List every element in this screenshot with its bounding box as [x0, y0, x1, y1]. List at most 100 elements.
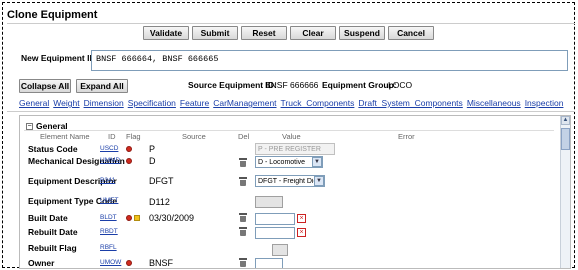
page-title: Clone Equipment: [7, 9, 98, 21]
equipment-descriptor-value: DFGT - Freight Diesel: [258, 177, 314, 185]
col-header-error: Error: [398, 132, 415, 141]
submit-button[interactable]: Submit: [192, 26, 238, 40]
tab-general[interactable]: General: [19, 98, 49, 108]
red-flag-icon: [126, 146, 132, 152]
rebuilt-flag-input[interactable]: [272, 244, 288, 256]
tab-weight[interactable]: Weight: [53, 98, 79, 108]
calendar-icon[interactable]: ×: [297, 214, 306, 223]
rebuilt-date-input[interactable]: [255, 227, 295, 239]
col-header-flag: Flag: [126, 132, 141, 141]
flag-cell: [126, 158, 132, 164]
flag-cell: [126, 146, 132, 152]
section-divider: [24, 130, 554, 131]
clone-equipment-window: Clone Equipment Validate Submit Reset Cl…: [2, 2, 575, 269]
red-flag-icon: [126, 215, 132, 221]
col-header-del: Del: [238, 132, 250, 141]
red-flag-icon: [126, 158, 132, 164]
element-name: Rebuilt Date: [28, 227, 78, 237]
element-id-link[interactable]: USCD: [100, 145, 118, 152]
table-row: Built Date BLDT 03/30/2009 ×: [20, 213, 560, 227]
table-row: Mechanical Designation UMMD D D - Locomo…: [20, 156, 560, 176]
chevron-down-icon: ▼: [314, 176, 324, 186]
expand-all-button[interactable]: Expand All: [76, 79, 128, 93]
element-id-link[interactable]: UMET: [100, 197, 118, 204]
general-panel: ▲ − General Element Name ID Flag Source …: [19, 115, 571, 269]
source-equipment-value: BNSF 666666: [265, 80, 319, 90]
reset-button[interactable]: Reset: [241, 26, 287, 40]
equipment-group-label: Equipment Group:: [322, 80, 397, 90]
col-header-id: ID: [108, 132, 116, 141]
tab-dimension[interactable]: Dimension: [84, 98, 124, 108]
element-name: Status Code: [28, 144, 78, 154]
trash-icon: [239, 213, 247, 222]
tab-truck-components[interactable]: Truck_Components: [281, 98, 355, 108]
collapse-toggle-icon[interactable]: −: [26, 122, 33, 130]
tab-specification[interactable]: Specification: [128, 98, 176, 108]
element-id-link[interactable]: UMMD: [100, 157, 120, 164]
trash-icon: [239, 158, 247, 167]
element-id-link[interactable]: RBDT: [100, 228, 118, 235]
equipment-descriptor-select[interactable]: DFGT - Freight Diesel▼: [255, 175, 325, 187]
element-id-link[interactable]: B341: [100, 177, 115, 184]
table-row: Rebuilt Date RBDT ×: [20, 227, 560, 241]
flag-cell: [126, 260, 132, 266]
owner-input[interactable]: [255, 258, 283, 268]
tab-feature[interactable]: Feature: [180, 98, 209, 108]
tabs-divider: [7, 111, 575, 112]
source-value: P: [149, 144, 156, 154]
action-toolbar: Validate Submit Reset Clear Suspend Canc…: [143, 26, 434, 40]
element-name: Built Date: [28, 213, 68, 223]
equipment-group-value: LOCO: [388, 80, 413, 90]
element-name: Rebuilt Flag: [28, 243, 77, 253]
built-date-input[interactable]: [255, 213, 295, 225]
cancel-button[interactable]: Cancel: [388, 26, 434, 40]
col-header-value: Value: [282, 132, 301, 141]
element-id-link[interactable]: BLDT: [100, 214, 117, 221]
scroll-thumb[interactable]: [561, 128, 570, 150]
equipment-type-input[interactable]: [255, 196, 283, 208]
source-value: D: [149, 156, 156, 166]
element-name: Owner: [28, 258, 55, 268]
delete-button[interactable]: [239, 227, 247, 236]
tab-inspection[interactable]: Inspection: [525, 98, 564, 108]
collapse-all-button[interactable]: Collapse All: [19, 79, 71, 93]
table-row: Rebuilt Flag RBFL: [20, 243, 560, 257]
source-value: 03/30/2009: [149, 213, 195, 223]
new-equipment-input[interactable]: BNSF 666664, BNSF 666665: [91, 50, 568, 71]
validate-button[interactable]: Validate: [143, 26, 189, 40]
red-flag-icon: [126, 260, 132, 266]
delete-button[interactable]: [239, 158, 247, 167]
source-value: DFGT: [149, 176, 174, 186]
element-id-link[interactable]: UMOW: [100, 259, 121, 266]
tab-draft-system-components[interactable]: Draft_System_Components: [358, 98, 462, 108]
delete-button[interactable]: [239, 258, 247, 267]
col-header-source: Source: [182, 132, 206, 141]
tab-miscellaneous[interactable]: Miscellaneous: [467, 98, 521, 108]
scroll-up-icon[interactable]: ▲: [561, 116, 570, 125]
chevron-down-icon: ▼: [312, 157, 322, 167]
table-row: Status Code USCD P P - PRE REGISTER: [20, 143, 560, 156]
suspend-button[interactable]: Suspend: [339, 26, 385, 40]
table-row: Equipment Descriptor B341 DFGT DFGT - Fr…: [20, 175, 560, 196]
clear-button[interactable]: Clear: [290, 26, 336, 40]
mechanical-designation-select[interactable]: D - Locomotive ▼: [255, 156, 323, 168]
mechanical-designation-value: D - Locomotive: [258, 158, 306, 166]
status-code-select[interactable]: P - PRE REGISTER: [255, 143, 335, 155]
vertical-scrollbar[interactable]: ▲: [560, 116, 570, 268]
calendar-icon[interactable]: ×: [297, 228, 306, 237]
delete-button[interactable]: [239, 177, 247, 186]
source-value: D112: [149, 197, 170, 207]
trash-icon: [239, 227, 247, 236]
delete-button[interactable]: [239, 213, 247, 222]
status-code-value: P - PRE REGISTER: [258, 145, 321, 153]
source-equipment-label: Source Equipment ID:: [188, 80, 277, 90]
element-id-link[interactable]: RBFL: [100, 244, 117, 251]
tab-car-management[interactable]: CarManagement: [213, 98, 276, 108]
flag-cell: [126, 215, 140, 221]
section-tabs: General Weight Dimension Specification F…: [19, 98, 563, 108]
title-divider: [7, 23, 575, 24]
trash-icon: [239, 177, 247, 186]
source-value: BNSF: [149, 258, 174, 268]
table-row: Owner UMOW BNSF: [20, 258, 560, 268]
col-header-element-name: Element Name: [40, 132, 90, 141]
